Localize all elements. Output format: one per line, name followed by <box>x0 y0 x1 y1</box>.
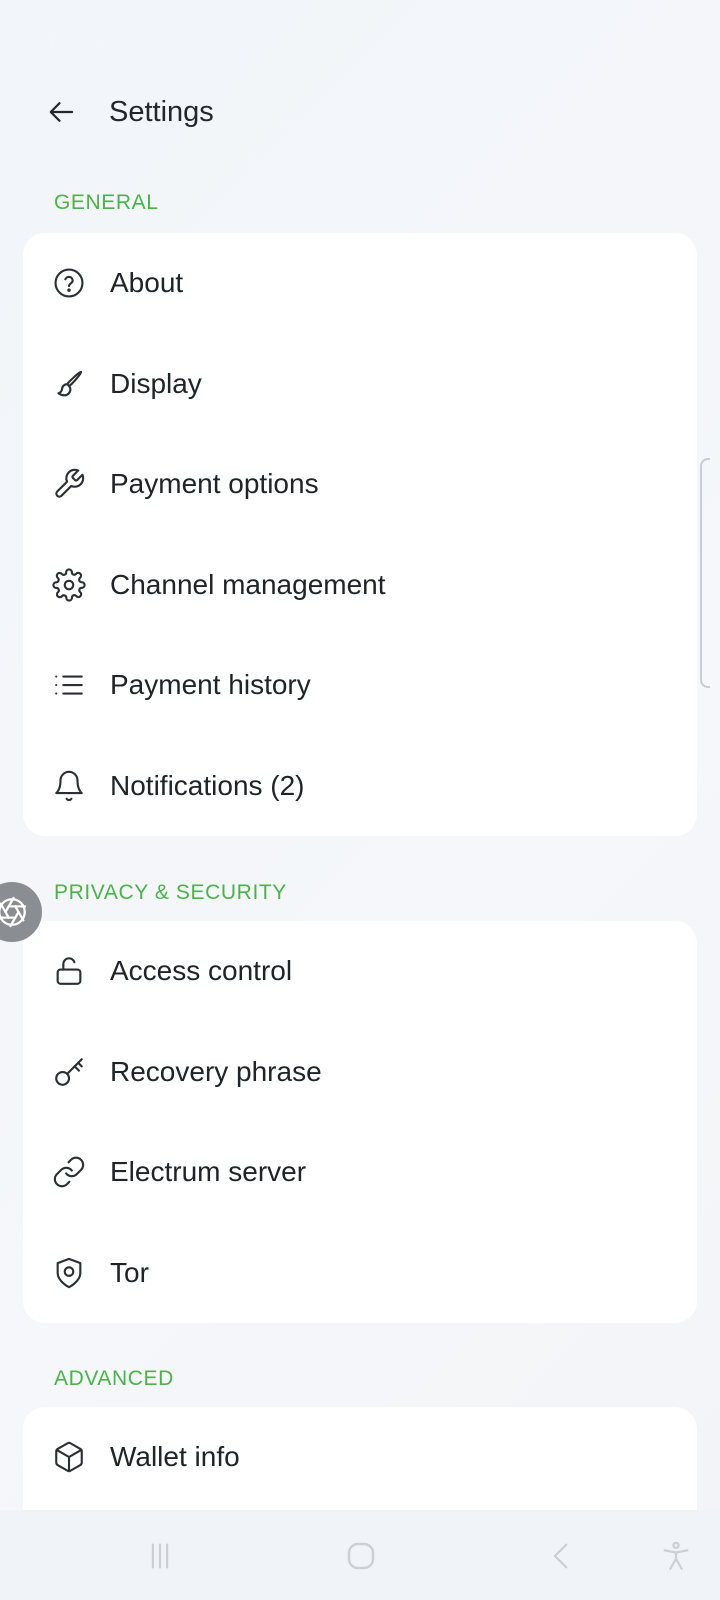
settings-item-label: Recovery phrase <box>110 1055 322 1087</box>
settings-item-label: Payment options <box>110 468 319 500</box>
bell-icon <box>51 768 87 804</box>
settings-item-label: Tor <box>110 1256 149 1288</box>
section-label-general: GENERAL <box>54 191 159 214</box>
settings-item-notifications[interactable]: Notifications (2) <box>23 736 697 837</box>
home-button[interactable] <box>337 1532 385 1580</box>
app-header: Settings <box>0 84 720 140</box>
nav-back-button[interactable] <box>538 1532 586 1580</box>
aperture-icon <box>0 896 27 928</box>
accessibility-button[interactable] <box>652 1532 700 1580</box>
help-circle-icon <box>51 265 87 301</box>
cube-icon <box>51 1439 87 1475</box>
recents-button[interactable] <box>136 1532 184 1580</box>
status-bar: 16:16 84% <box>0 0 720 84</box>
settings-item-label: Wallet info <box>110 1441 240 1473</box>
settings-item-wallet-info[interactable]: Wallet info <box>23 1407 697 1508</box>
status-battery: 84% <box>615 28 668 58</box>
settings-item-label: Notifications (2) <box>110 769 305 801</box>
gear-icon <box>51 567 87 603</box>
brush-icon <box>51 366 87 402</box>
back-button[interactable] <box>40 90 84 134</box>
settings-item-about[interactable]: About <box>23 233 697 334</box>
settings-item-access-control[interactable]: Access control <box>23 921 697 1022</box>
settings-item-label: Channel management <box>110 568 386 600</box>
settings-item-label: Access control <box>110 955 293 987</box>
settings-item-label: About <box>110 267 184 299</box>
privacy-security-card: Access control Recovery phrase Electrum … <box>23 921 697 1323</box>
page-title: Settings <box>109 96 214 128</box>
key-icon <box>51 1054 87 1090</box>
scroll-indicator[interactable] <box>700 458 710 688</box>
unlock-icon <box>51 953 87 989</box>
accessibility-icon <box>663 1541 689 1570</box>
settings-screen: 16:16 84% Settings GENERAL About Display… <box>0 0 720 1600</box>
section-label-privacy-security: PRIVACY & SECURITY <box>54 881 287 904</box>
home-icon <box>347 1542 375 1570</box>
arrow-left-icon <box>49 102 74 122</box>
status-time: 16:16 <box>44 28 110 58</box>
list-icon <box>51 667 87 703</box>
settings-item-payment-options[interactable]: Payment options <box>23 434 697 535</box>
general-card: About Display Payment options Channel ma… <box>23 233 697 836</box>
settings-item-label: Display <box>110 367 202 399</box>
recents-icon <box>151 1543 169 1569</box>
settings-item-channel-management[interactable]: Channel management <box>23 535 697 636</box>
settings-item-payment-history[interactable]: Payment history <box>23 635 697 736</box>
nav-back-icon <box>553 1543 568 1569</box>
wrench-icon <box>51 466 87 502</box>
settings-item-label: Electrum server <box>110 1156 307 1188</box>
link-icon <box>51 1154 87 1190</box>
shield-icon <box>51 1255 87 1291</box>
system-nav-bar <box>0 1510 720 1600</box>
settings-item-electrum-server[interactable]: Electrum server <box>23 1122 697 1223</box>
section-label-advanced: ADVANCED <box>54 1367 174 1390</box>
settings-item-display[interactable]: Display <box>23 334 697 435</box>
settings-item-recovery-phrase[interactable]: Recovery phrase <box>23 1022 697 1123</box>
settings-item-label: Payment history <box>110 669 311 701</box>
settings-item-tor[interactable]: Tor <box>23 1223 697 1324</box>
